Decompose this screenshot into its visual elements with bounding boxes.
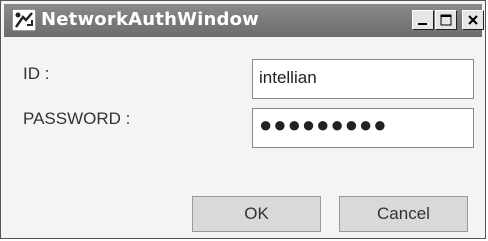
network-app-icon bbox=[12, 9, 36, 31]
id-label: ID : bbox=[23, 64, 50, 83]
window-title: NetworkAuthWindow bbox=[41, 9, 260, 30]
maximize-icon bbox=[440, 14, 452, 26]
ok-button[interactable]: OK bbox=[192, 196, 321, 232]
maximize-button[interactable] bbox=[435, 10, 457, 30]
password-input[interactable]: ●●●●●●●●● bbox=[252, 108, 474, 148]
password-label: PASSWORD : bbox=[23, 109, 131, 128]
close-button[interactable] bbox=[462, 10, 484, 30]
network-auth-dialog: NetworkAuthWindow ID : intellian PASSWOR… bbox=[0, 0, 486, 239]
title-bar[interactable]: NetworkAuthWindow bbox=[4, 4, 484, 37]
id-input[interactable]: intellian bbox=[252, 59, 474, 99]
close-icon bbox=[468, 15, 478, 25]
minimize-icon bbox=[418, 23, 427, 25]
cancel-button[interactable]: Cancel bbox=[339, 196, 468, 232]
minimize-button[interactable] bbox=[412, 10, 434, 30]
